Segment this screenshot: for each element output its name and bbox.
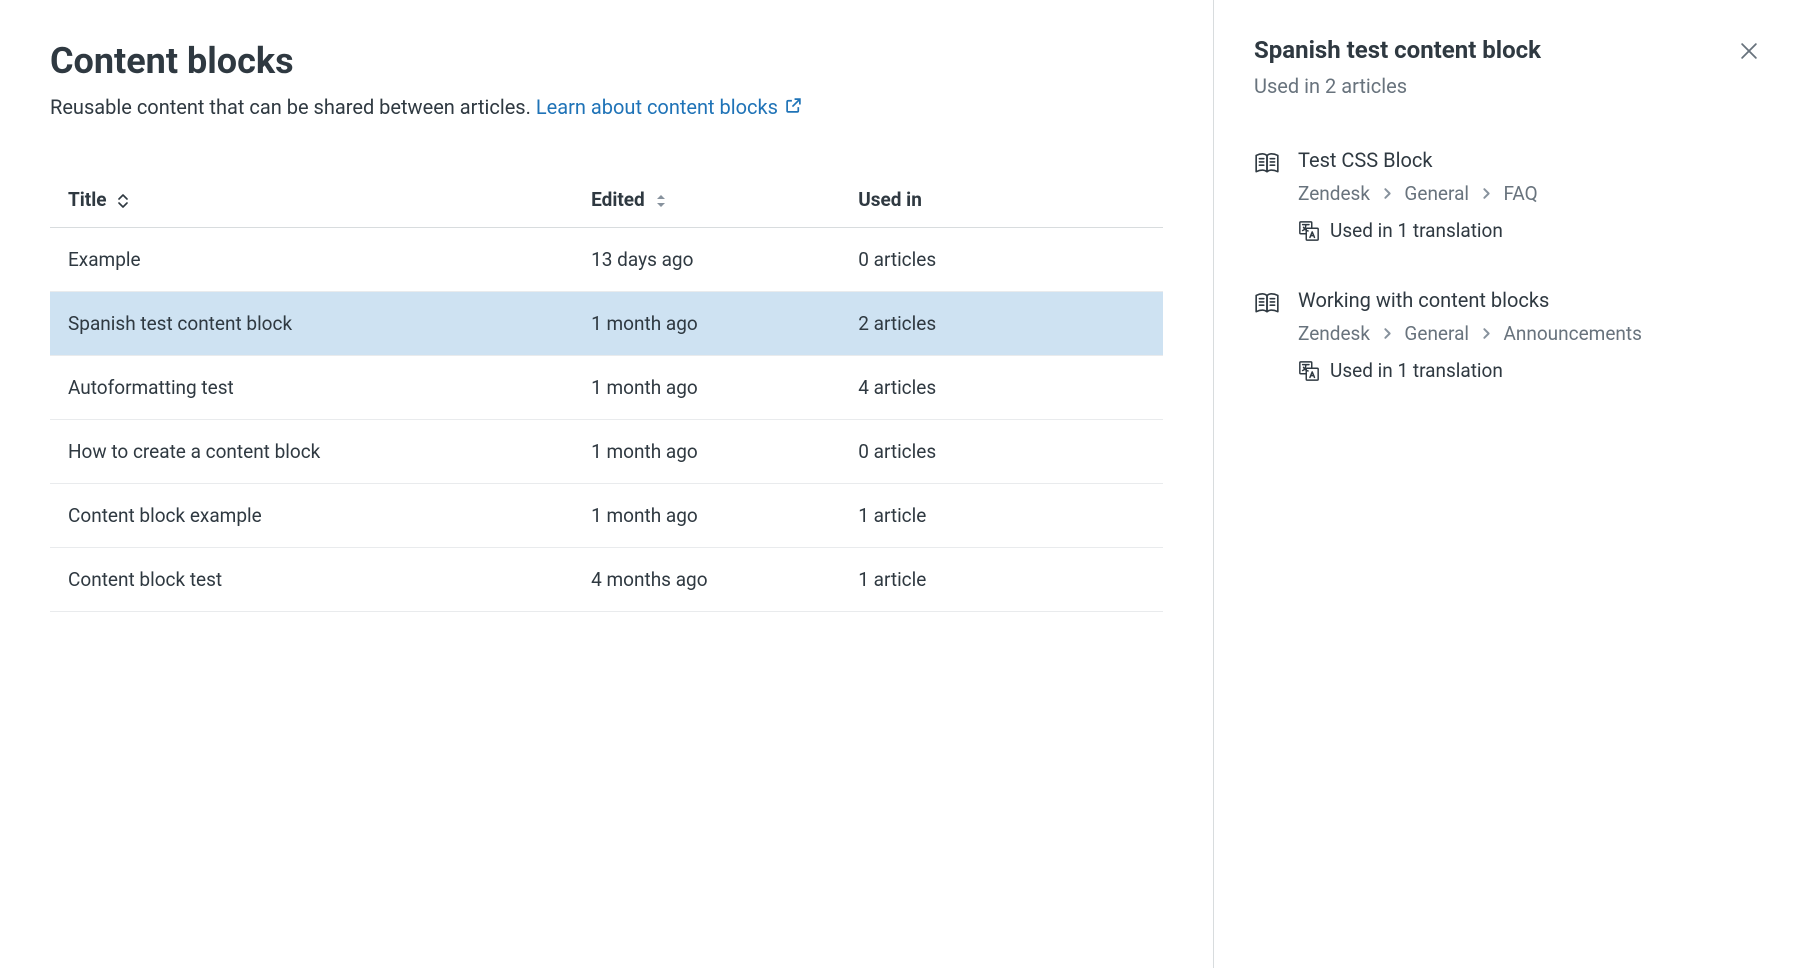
- usage-item[interactable]: Working with content blocks Zendesk Gene…: [1254, 288, 1764, 382]
- sort-icon: [117, 194, 129, 208]
- column-header-used-in[interactable]: Used in: [840, 172, 1163, 228]
- cell-used_in: 0 articles: [840, 228, 1163, 292]
- close-icon: [1738, 40, 1760, 62]
- cell-used_in: 1 article: [840, 484, 1163, 548]
- column-header-title-text: Title: [68, 188, 107, 211]
- page-description-text: Reusable content that can be shared betw…: [50, 95, 536, 119]
- translation-info: Used in 1 translation: [1298, 359, 1764, 382]
- cell-edited: 1 month ago: [573, 356, 840, 420]
- chevron-right-icon: [1477, 182, 1495, 205]
- breadcrumb-segment: Zendesk: [1298, 322, 1370, 345]
- table-row[interactable]: Content block test4 months ago1 article: [50, 548, 1163, 612]
- column-header-edited-text: Edited: [591, 188, 645, 211]
- breadcrumb-segment: General: [1404, 182, 1469, 205]
- usage-title: Working with content blocks: [1298, 288, 1764, 312]
- cell-title: How to create a content block: [50, 420, 573, 484]
- cell-edited: 1 month ago: [573, 292, 840, 356]
- cell-edited: 1 month ago: [573, 484, 840, 548]
- close-button[interactable]: [1734, 36, 1764, 66]
- cell-title: Example: [50, 228, 573, 292]
- details-panel: Spanish test content block Used in 2 art…: [1214, 0, 1804, 968]
- cell-used_in: 4 articles: [840, 356, 1163, 420]
- panel-subtitle: Used in 2 articles: [1254, 74, 1541, 98]
- cell-used_in: 2 articles: [840, 292, 1163, 356]
- panel-title: Spanish test content block: [1254, 36, 1541, 64]
- breadcrumb-segment: Announcements: [1503, 322, 1641, 345]
- translation-info: Used in 1 translation: [1298, 219, 1764, 242]
- translation-icon: [1298, 220, 1320, 242]
- cell-edited: 13 days ago: [573, 228, 840, 292]
- cell-title: Content block test: [50, 548, 573, 612]
- learn-link[interactable]: Learn about content blocks: [536, 95, 802, 119]
- column-header-used-in-text: Used in: [858, 188, 922, 211]
- breadcrumb-segment: FAQ: [1503, 182, 1537, 205]
- table-row[interactable]: Autoformatting test1 month ago4 articles: [50, 356, 1163, 420]
- table-row[interactable]: How to create a content block1 month ago…: [50, 420, 1163, 484]
- page-title: Content blocks: [50, 40, 1163, 82]
- breadcrumb: Zendesk General Announcements: [1298, 322, 1764, 345]
- chevron-right-icon: [1378, 322, 1396, 345]
- main-content: Content blocks Reusable content that can…: [0, 0, 1214, 968]
- column-header-title[interactable]: Title: [50, 172, 573, 228]
- cell-used_in: 1 article: [840, 548, 1163, 612]
- usage-item[interactable]: Test CSS Block Zendesk General FAQ Used …: [1254, 148, 1764, 242]
- book-icon: [1254, 150, 1280, 242]
- chevron-right-icon: [1378, 182, 1396, 205]
- learn-link-text: Learn about content blocks: [536, 95, 778, 119]
- usage-title: Test CSS Block: [1298, 148, 1764, 172]
- column-header-edited[interactable]: Edited: [573, 172, 840, 228]
- translation-text: Used in 1 translation: [1330, 219, 1503, 242]
- table-row[interactable]: Spanish test content block1 month ago2 a…: [50, 292, 1163, 356]
- breadcrumb-segment: Zendesk: [1298, 182, 1370, 205]
- page-description: Reusable content that can be shared betw…: [50, 92, 1163, 122]
- breadcrumb-segment: General: [1404, 322, 1469, 345]
- cell-edited: 1 month ago: [573, 420, 840, 484]
- table-row[interactable]: Example13 days ago0 articles: [50, 228, 1163, 292]
- cell-title: Content block example: [50, 484, 573, 548]
- sort-icon: [655, 194, 667, 208]
- translation-text: Used in 1 translation: [1330, 359, 1503, 382]
- cell-used_in: 0 articles: [840, 420, 1163, 484]
- chevron-right-icon: [1477, 322, 1495, 345]
- breadcrumb: Zendesk General FAQ: [1298, 182, 1764, 205]
- table-row[interactable]: Content block example1 month ago1 articl…: [50, 484, 1163, 548]
- book-icon: [1254, 290, 1280, 382]
- translation-icon: [1298, 360, 1320, 382]
- content-blocks-table: Title Edited: [50, 172, 1163, 612]
- cell-title: Spanish test content block: [50, 292, 573, 356]
- external-link-icon: [785, 97, 802, 114]
- cell-title: Autoformatting test: [50, 356, 573, 420]
- cell-edited: 4 months ago: [573, 548, 840, 612]
